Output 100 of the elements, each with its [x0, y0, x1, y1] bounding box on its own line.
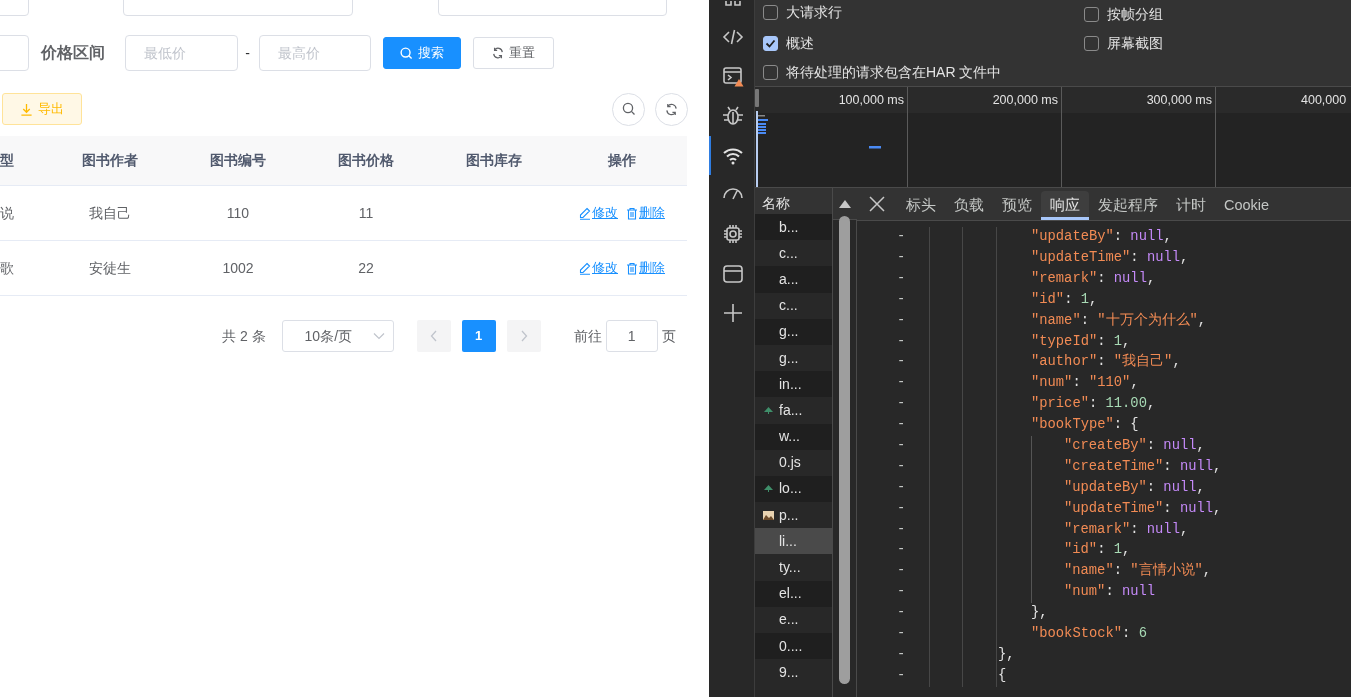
diff-marker: - — [896, 562, 907, 581]
refresh-button[interactable] — [655, 92, 688, 126]
diff-marker: - — [896, 520, 907, 539]
table-cell: 1002 — [222, 259, 254, 276]
scroll-up-icon[interactable] — [838, 199, 851, 208]
code-line: "createBy": null, — [1064, 437, 1205, 455]
request-item[interactable]: b... — [755, 214, 832, 241]
diff-marker: - — [896, 457, 907, 476]
request-item[interactable]: p... — [755, 502, 832, 529]
chevron-left-icon — [429, 330, 438, 342]
code-line: "bookType": { — [1031, 416, 1139, 435]
code-line: }, — [998, 645, 1015, 664]
table-cell: 110 — [226, 204, 250, 221]
checkbox[interactable] — [763, 5, 778, 20]
diff-marker: - — [896, 604, 907, 623]
search-icon — [621, 102, 636, 116]
page-size-select[interactable]: 10条/页 — [281, 320, 394, 352]
code-line: "updateBy": null, — [1031, 228, 1172, 247]
diff-marker: - — [896, 311, 907, 330]
diff-marker: - — [896, 583, 907, 602]
column-header: 操作 — [608, 152, 636, 168]
tab[interactable]: 计时 — [1167, 191, 1215, 220]
column-header: 图书编号 — [210, 152, 266, 168]
code-line: "createTime": null, — [1064, 457, 1222, 476]
request-item[interactable]: g... — [755, 344, 832, 372]
code-line: "updateTime": null, — [1064, 499, 1222, 518]
column-header: 图书库存 — [466, 152, 522, 168]
download-icon — [20, 102, 33, 116]
tab[interactable]: 负载 — [945, 191, 993, 220]
code-line: "price": 11.00, — [1031, 395, 1156, 414]
checkbox[interactable] — [1084, 7, 1099, 22]
request-item[interactable]: fa... — [755, 397, 832, 424]
request-item[interactable]: e... — [755, 606, 832, 633]
search-button[interactable] — [612, 92, 645, 126]
checkbox[interactable] — [763, 65, 778, 80]
diff-marker: - — [896, 395, 907, 414]
option-label: 概述 — [786, 34, 814, 53]
request-item[interactable]: c... — [755, 292, 832, 319]
checkbox-option[interactable]: 按帧分组 — [1084, 0, 1348, 29]
request-item[interactable]: g... — [755, 318, 832, 345]
code-line: "bookStock": 6 — [1031, 625, 1147, 643]
request-item[interactable]: 0.js — [755, 449, 832, 476]
checkbox-option[interactable]: 屏幕截图 — [1084, 29, 1348, 58]
time-tick-label: 300,000 ms — [1062, 87, 1215, 113]
diff-marker: - — [896, 249, 907, 267]
tab[interactable]: Cookie — [1215, 191, 1279, 220]
table-cell: 歌 — [0, 259, 14, 276]
code-line: }, — [1031, 604, 1048, 623]
request-item[interactable]: el... — [755, 580, 832, 607]
column-header: 图书价格 — [338, 152, 394, 168]
chevron-right-icon — [519, 330, 528, 342]
column-header: 型 — [0, 152, 14, 168]
diff-marker: - — [896, 374, 907, 393]
checkbox-option[interactable]: 将待处理的请求包含在HAR 文件中 — [763, 58, 1348, 87]
time-tick-label: 400,000 — [1216, 87, 1351, 113]
checkbox-option[interactable]: 大请求行 — [763, 0, 1084, 27]
option-label: 大请求行 — [786, 3, 842, 22]
refresh-icon — [492, 47, 504, 59]
diff-marker: - — [896, 666, 907, 685]
code-line: "id": 1, — [1064, 541, 1131, 560]
request-item[interactable]: lo... — [755, 475, 832, 503]
checkbox[interactable] — [1084, 36, 1099, 51]
request-item[interactable]: c... — [755, 240, 832, 267]
image-icon — [762, 510, 774, 520]
tab[interactable]: 发起程序 — [1089, 191, 1167, 220]
checkbox-option[interactable]: 概述 — [763, 29, 1084, 58]
total-count: 共 2 条 — [222, 326, 266, 346]
checkbox[interactable] — [763, 36, 778, 51]
request-item[interactable]: w... — [755, 423, 832, 450]
tab[interactable]: 响应 — [1041, 191, 1089, 220]
refresh-icon — [665, 102, 678, 116]
diff-marker: - — [896, 332, 907, 351]
diff-marker: - — [896, 625, 907, 643]
request-item[interactable]: ty... — [755, 554, 832, 581]
page-input[interactable]: 1 — [605, 320, 658, 352]
request-item[interactable]: li... — [755, 528, 832, 555]
tab[interactable]: 预览 — [993, 191, 1041, 220]
scrollbar-thumb[interactable] — [839, 216, 850, 684]
time-tick-label: 100,000 ms — [755, 87, 907, 113]
table-cell: 22 — [358, 259, 374, 276]
goto-label: 前往 — [573, 326, 602, 346]
tab[interactable]: 标头 — [897, 191, 945, 220]
request-item[interactable]: 9... — [755, 659, 832, 686]
code-line: "remark": null, — [1064, 520, 1189, 539]
diff-marker: - — [896, 269, 907, 288]
edit-icon — [579, 206, 591, 220]
code-line: "typeId": 1, — [1031, 332, 1131, 351]
request-item[interactable]: a... — [755, 266, 832, 293]
option-label: 按帧分组 — [1107, 5, 1163, 24]
code-line: "id": 1, — [1031, 290, 1098, 309]
code-line: "remark": null, — [1031, 269, 1156, 288]
option-label: 屏幕截图 — [1107, 34, 1163, 53]
bug-icon — [721, 104, 744, 127]
diff-marker: - — [896, 499, 907, 518]
diff-marker: - — [896, 228, 907, 247]
request-item[interactable]: in... — [755, 371, 832, 398]
diff-marker: - — [896, 437, 907, 455]
reset-button[interactable]: 重置 — [473, 37, 554, 69]
diff-marker: - — [896, 416, 907, 435]
request-item[interactable]: 0.... — [755, 633, 832, 660]
